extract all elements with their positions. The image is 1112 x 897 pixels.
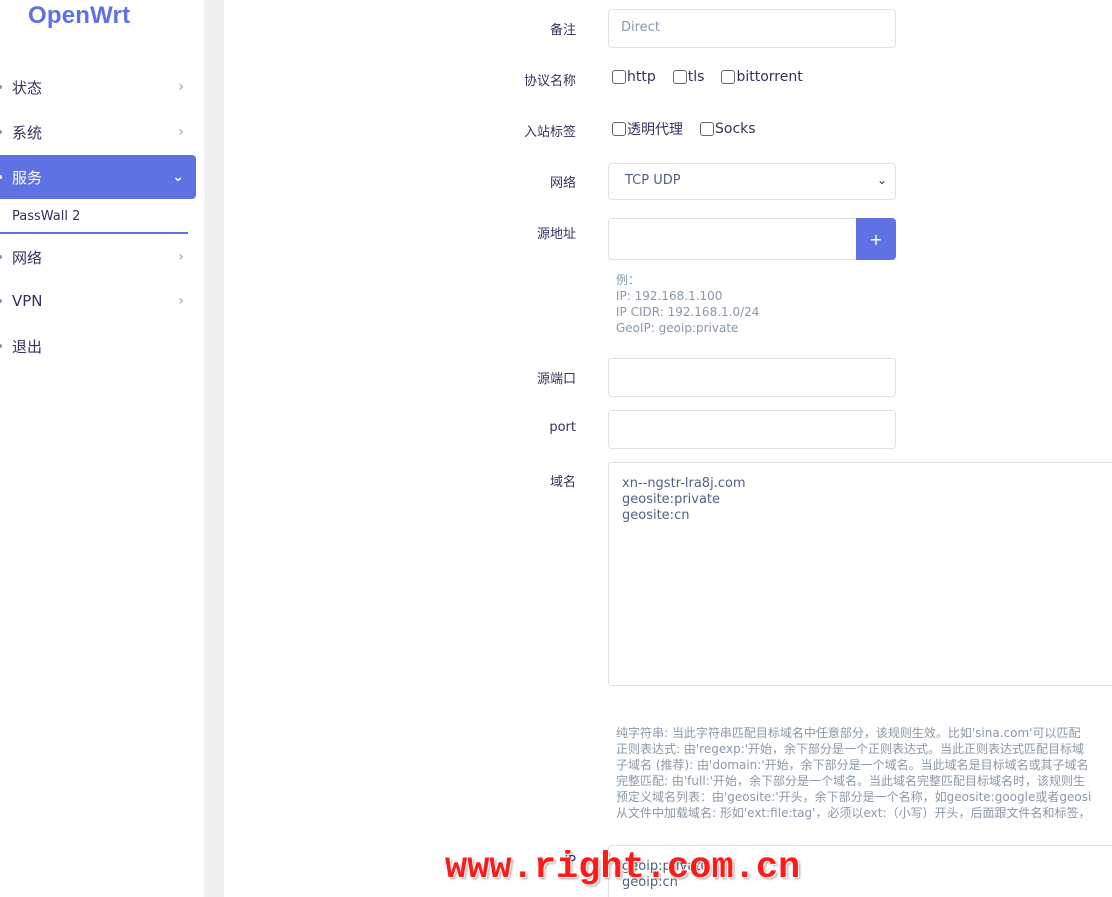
sidebar-item-services[interactable]: 服务 ⌄ <box>0 155 196 199</box>
hint-line: 预定义域名列表：由'geosite:'开头，余下部分是一个名称，如geosite… <box>616 790 1092 804</box>
http-checkbox[interactable] <box>612 70 626 84</box>
chevron-down-icon: ⌄ <box>876 173 887 187</box>
network-label: 网络 <box>549 176 576 191</box>
sidebar-item-logout[interactable]: 退出 <box>0 324 196 368</box>
add-source-button[interactable]: + <box>856 218 896 260</box>
bullet-icon <box>0 130 2 134</box>
domain-line: geosite:private <box>622 492 721 507</box>
hint-line: 例： <box>616 273 641 287</box>
content-gutter <box>204 0 224 897</box>
source-address-hint: 例： IP: 192.168.1.100 IP CIDR: 192.168.1.… <box>616 272 759 336</box>
domain-line: geosite:cn <box>622 508 690 523</box>
tls-label: tls <box>687 69 705 85</box>
source-address-input[interactable] <box>608 218 857 260</box>
inbound-label: 入站标签 <box>523 125 576 140</box>
sidebar: OpenWrt 状态 › 系统 › 服务 ⌄ PassWall 2 网络 › V… <box>0 0 204 897</box>
remark-input[interactable]: Direct <box>608 9 896 48</box>
source-address-label: 源地址 <box>536 227 576 242</box>
sidebar-item-label: 退出 <box>12 337 43 356</box>
network-select-value: TCP UDP <box>625 173 681 188</box>
sidebar-subitem-passwall2[interactable]: PassWall 2 <box>0 204 188 234</box>
tls-checkbox[interactable] <box>672 70 687 84</box>
bullet-icon <box>0 255 2 259</box>
bittorrent-label: bittorrent <box>736 69 803 85</box>
protocol-label: 协议名称 <box>523 74 576 89</box>
chevron-right-icon: › <box>178 249 184 265</box>
bullet-icon <box>0 344 2 348</box>
chevron-right-icon: › <box>178 79 184 95</box>
socks-label: Socks <box>715 121 756 137</box>
transparent-proxy-label: 透明代理 <box>627 122 683 138</box>
protocol-options: http tls bittorrent <box>612 69 820 85</box>
hint-line: 正则表达式: 由'regexp:'开始，余下部分是一个正则表达式。当此正则表达式… <box>616 742 1085 756</box>
sidebar-item-network[interactable]: 网络 › <box>0 235 196 279</box>
chevron-down-icon: ⌄ <box>172 169 184 185</box>
domain-textarea[interactable]: xn--ngstr-lra8j.com geosite:private geos… <box>608 462 1112 686</box>
chevron-right-icon: › <box>178 124 184 140</box>
source-port-input[interactable] <box>608 358 896 397</box>
hint-line: 完整匹配: 由'full:'开始，余下部分是一个域名。当此域名完整匹配目标域名时… <box>616 774 1085 788</box>
transparent-proxy-checkbox[interactable] <box>612 122 626 136</box>
sidebar-item-vpn[interactable]: VPN › <box>0 279 196 323</box>
domain-label: 域名 <box>549 475 576 490</box>
bittorrent-checkbox[interactable] <box>721 70 736 84</box>
sidebar-item-label: 服务 <box>12 168 43 187</box>
hint-line: 纯字符串: 当此字符串匹配目标域名中任意部分，该规则生效。比如'sina.com… <box>616 726 1081 740</box>
remark-label: 备注 <box>549 23 576 38</box>
domain-hint: 纯字符串: 当此字符串匹配目标域名中任意部分，该规则生效。比如'sina.com… <box>616 725 1091 821</box>
sidebar-item-label: VPN <box>12 292 43 310</box>
hint-line: GeoIP: geoip:private <box>616 321 739 335</box>
sidebar-item-system[interactable]: 系统 › <box>0 110 196 154</box>
main-content: 备注 Direct 协议名称 http tls bittorrent 入站标签 … <box>224 0 1112 897</box>
hint-line: 子域名 (推荐): 由'domain:'开始，余下部分是一个域名。当此域名是目标… <box>616 758 1089 772</box>
bullet-icon <box>0 299 2 303</box>
sidebar-item-status[interactable]: 状态 › <box>0 65 196 109</box>
bullet-icon <box>0 175 2 179</box>
remark-placeholder: Direct <box>621 20 660 35</box>
network-select[interactable]: TCP UDP ⌄ <box>608 163 896 200</box>
source-port-label: 源端口 <box>536 372 576 387</box>
hint-line: IP CIDR: 192.168.1.0/24 <box>616 305 760 319</box>
domain-line: xn--ngstr-lra8j.com <box>622 476 746 491</box>
hint-line: IP: 192.168.1.100 <box>616 289 723 303</box>
inbound-options: 透明代理 Socks <box>612 119 773 139</box>
sidebar-item-label: 系统 <box>12 123 43 142</box>
openwrt-logo[interactable]: OpenWrt <box>28 2 130 30</box>
sidebar-item-label: 状态 <box>12 78 43 97</box>
sidebar-item-label: 网络 <box>12 248 43 267</box>
http-label: http <box>627 69 656 85</box>
watermark: www.right.com.cn <box>445 847 801 889</box>
sidebar-subitem-label: PassWall 2 <box>12 209 81 224</box>
socks-checkbox[interactable] <box>700 122 714 136</box>
hint-line: 从文件中加载域名: 形如'ext:file:tag'，必须以ext:（小写）开头… <box>616 806 1091 820</box>
port-label: port <box>549 420 576 435</box>
chevron-right-icon: › <box>178 293 184 309</box>
port-input[interactable] <box>608 410 896 449</box>
bullet-icon <box>0 85 2 89</box>
domain-lines: xn--ngstr-lra8j.com geosite:private geos… <box>622 476 746 524</box>
